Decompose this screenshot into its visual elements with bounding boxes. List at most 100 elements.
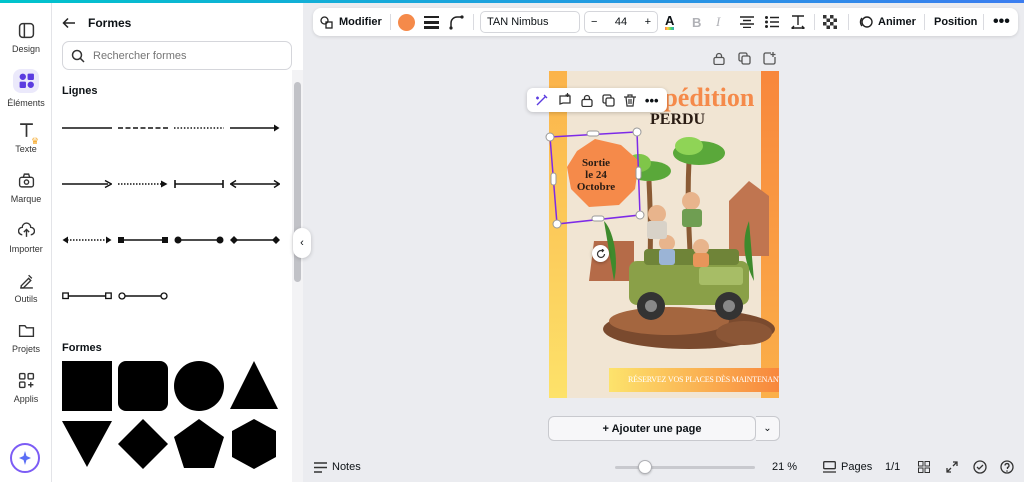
font-family-select[interactable]: TAN Nimbus [480,11,580,33]
line-circle-ends[interactable] [174,235,224,245]
zoom-value[interactable]: 21 % [772,452,797,482]
line-dotted-arrow[interactable] [118,179,168,189]
brand-icon [18,173,34,188]
notes-button[interactable]: Notes [314,452,361,482]
list-button[interactable] [765,8,779,36]
panel-title: Formes [88,16,132,30]
search-input[interactable] [93,49,273,62]
font-size-stepper[interactable]: − 44 + [584,11,658,33]
line-double-arrow[interactable] [230,179,280,189]
font-size-value[interactable]: 44 [615,16,627,28]
collapse-panel-button[interactable]: ‹ [293,228,311,258]
page-tools [713,50,776,66]
resize-handle[interactable] [591,215,605,222]
comment-icon[interactable] [558,93,572,107]
rail-item-elements[interactable]: Éléments [0,65,52,111]
rail-item-apps[interactable]: Applis [0,365,52,411]
fill-color-button[interactable] [398,8,415,36]
border-style-button[interactable] [424,8,439,36]
divider [390,14,391,30]
transparency-button[interactable] [823,8,837,36]
align-button[interactable] [740,8,754,36]
shape-square[interactable] [62,361,112,411]
resize-handle[interactable] [635,166,642,180]
align-center-icon [740,16,754,28]
resize-handle[interactable] [635,210,645,220]
line-dotted[interactable] [174,123,224,133]
shape-pentagon[interactable] [174,419,224,468]
grid-view-button[interactable] [918,452,930,482]
font-size-decrease[interactable]: − [591,16,597,28]
chevron-down-icon: ⌄ [763,423,772,434]
trash-icon[interactable] [624,93,636,107]
divider [814,14,815,30]
poster-footer[interactable]: RÉSERVEZ VOS PLACES DÈS MAINTENANT ! [628,375,779,384]
more-options-icon[interactable]: ••• [993,8,1010,36]
border-style-icon [424,15,439,29]
resize-handle[interactable] [632,127,642,137]
panel-scrollbar[interactable] [292,70,303,482]
lock-icon[interactable] [713,52,725,65]
search-box[interactable] [62,41,292,70]
rail-item-brand[interactable]: Marque [0,165,52,211]
font-size-increase[interactable]: + [645,16,651,28]
position-button[interactable]: Position [934,8,977,36]
selection-frame[interactable] [545,127,645,237]
add-page-button[interactable]: + Ajouter une page [548,416,756,441]
resize-handle[interactable] [545,132,555,142]
line-square-ends[interactable] [118,235,168,245]
duplicate-page-icon[interactable] [738,51,751,65]
text-color-button[interactable]: A [665,8,675,36]
help-button[interactable] [1000,452,1014,482]
duplicate-icon[interactable] [602,93,615,107]
shape-circle[interactable] [174,361,224,411]
line-dashed[interactable] [118,123,168,133]
rail-item-text[interactable]: Texte [0,115,52,161]
line-open-square-ends[interactable] [62,291,112,301]
spacing-button[interactable] [791,8,805,36]
edit-button[interactable]: Modifier [320,8,382,36]
section-title-shapes: Formes [62,342,102,354]
back-arrow-icon[interactable] [62,16,76,30]
line-arrow-right[interactable] [62,179,112,189]
line-dotted-double-arrow[interactable] [62,235,112,245]
line-diamond-ends[interactable] [230,235,280,245]
shape-rounded-square[interactable] [118,361,168,411]
shape-inverted-triangle[interactable] [62,421,112,467]
line-solid[interactable] [62,123,112,133]
chevron-left-icon: ‹ [300,237,304,249]
magic-edit-icon[interactable] [535,93,549,107]
shape-diamond[interactable] [118,419,168,469]
lock-element-icon[interactable] [581,94,593,107]
zoom-slider-knob[interactable] [638,460,652,474]
italic-icon[interactable]: I [716,8,720,36]
fullscreen-icon [946,461,958,473]
pages-button[interactable]: Pages [823,452,872,482]
rotate-handle[interactable] [592,245,609,262]
shape-hexagon[interactable] [232,419,276,469]
more-icon[interactable]: ••• [645,93,659,108]
corner-button[interactable] [449,8,464,36]
rail-item-upload[interactable]: Importer [0,215,52,261]
rail-item-tools[interactable]: Outils [0,265,52,311]
check-button[interactable] [973,452,987,482]
bold-icon[interactable]: B [692,8,701,36]
rail-item-design[interactable]: Design [0,15,52,61]
add-page-icon[interactable] [763,51,776,65]
fullscreen-button[interactable] [946,452,958,482]
resize-handle[interactable] [586,130,600,137]
shape-triangle[interactable] [230,361,278,409]
animate-button[interactable]: Animer [859,8,916,36]
line-open-circle-ends[interactable] [118,291,168,301]
resize-handle[interactable] [550,172,557,186]
line-arrow[interactable] [230,123,280,133]
rail-item-projects[interactable]: Projets [0,315,52,361]
zoom-slider[interactable] [615,460,755,474]
notes-icon [314,461,327,473]
apps-icon [18,372,34,389]
poster-subtitle[interactable]: PERDU [650,111,705,129]
magic-assistant-button[interactable] [10,443,40,473]
line-bar-arrow[interactable] [174,179,224,189]
add-page-options-button[interactable]: ⌄ [756,416,780,441]
resize-handle[interactable] [552,219,562,229]
